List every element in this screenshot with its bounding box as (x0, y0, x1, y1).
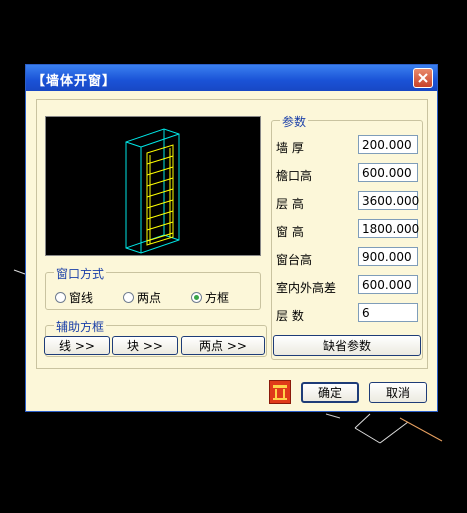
param-eave-height-label: 檐口高 (276, 169, 313, 183)
param-floor-height-input[interactable]: 3600.000 (358, 191, 419, 210)
radio-two-points-dot[interactable] (123, 292, 134, 303)
radio-box[interactable]: 方框 (191, 289, 229, 306)
line-button[interactable]: 线 >> (44, 336, 110, 355)
param-sill-height-input[interactable]: 900.000 (358, 247, 418, 266)
window-mode-label: 窗口方式 (54, 265, 107, 282)
radio-two-points-label: 两点 (137, 291, 162, 305)
window-preview (45, 116, 261, 256)
param-eave-height-input[interactable]: 600.000 (358, 163, 418, 182)
param-level-diff-label: 室内外高差 (276, 281, 337, 295)
radio-window-line-dot[interactable] (55, 292, 66, 303)
close-button[interactable] (413, 68, 433, 88)
param-floor-count-label: 层 数 (276, 309, 304, 323)
block-button[interactable]: 块 >> (112, 336, 178, 355)
param-floor-height-label: 层 高 (276, 197, 304, 211)
param-level-diff-input[interactable]: 600.000 (358, 275, 418, 294)
dialog-title: 【墙体开窗】 (32, 74, 117, 89)
app-logo-icon (269, 380, 291, 404)
ok-button[interactable]: 确定 (301, 382, 359, 403)
params-label: 参数 (280, 113, 309, 130)
radio-box-dot[interactable] (191, 292, 202, 303)
radio-window-line-label: 窗线 (69, 291, 94, 305)
two-points-button[interactable]: 两点 >> (181, 336, 265, 355)
building-preview-drawing (125, 128, 180, 254)
radio-two-points[interactable]: 两点 (123, 289, 161, 306)
wall-window-dialog: 【墙体开窗】 窗口方式 窗线 两点 方框 辅助方框 线 >> 块 >> 两点 >… (25, 64, 438, 412)
cancel-button[interactable]: 取消 (369, 382, 427, 403)
param-floor-count-input[interactable]: 6 (358, 303, 418, 322)
close-icon (418, 73, 428, 83)
default-params-button[interactable]: 缺省参数 (273, 335, 421, 356)
radio-box-label: 方框 (205, 291, 230, 305)
param-sill-height-label: 窗台高 (276, 253, 313, 267)
param-window-height-input[interactable]: 1800.000 (358, 219, 419, 238)
radio-window-line[interactable]: 窗线 (55, 289, 93, 306)
aux-frame-label: 辅助方框 (54, 318, 107, 335)
param-wall-thickness-label: 墙 厚 (276, 141, 304, 155)
param-window-height-label: 窗 高 (276, 225, 304, 239)
params-group: 参数 (271, 113, 423, 360)
title-bar[interactable]: 【墙体开窗】 (26, 65, 437, 91)
param-wall-thickness-input[interactable]: 200.000 (358, 135, 418, 154)
